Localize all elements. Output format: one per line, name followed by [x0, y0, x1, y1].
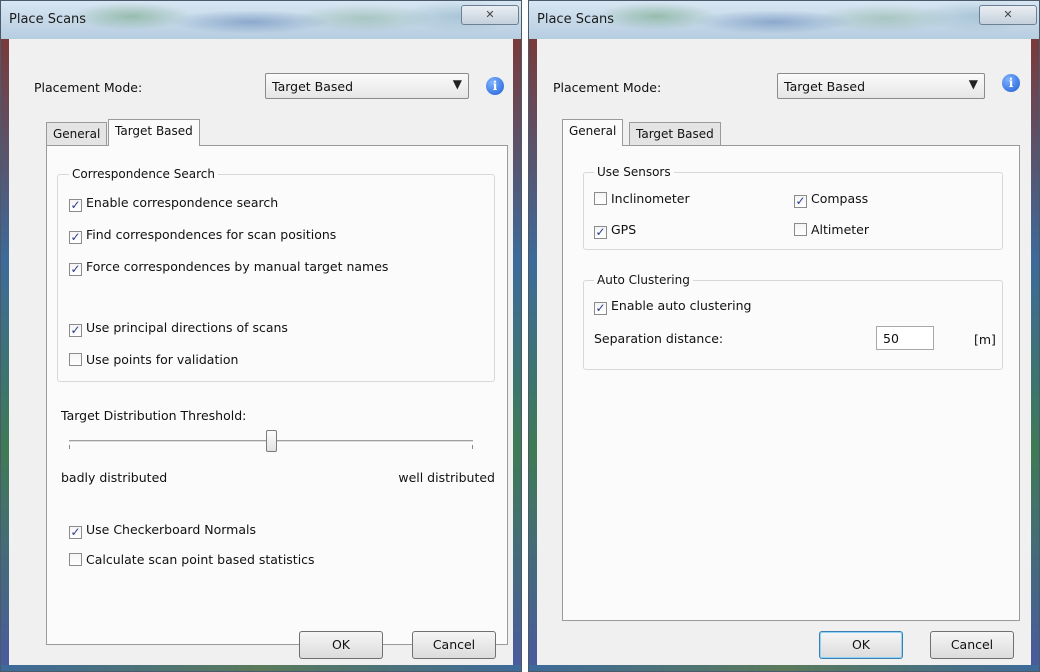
tab-label: Target Based [636, 127, 714, 141]
checkmark-icon: ✓ [794, 194, 807, 208]
checkmark-icon: ✓ [69, 230, 82, 244]
checkbox-compass[interactable]: ✓ Compass [794, 191, 868, 208]
checkbox-altimeter[interactable]: Altimeter [794, 222, 869, 237]
checkmark-icon: ✓ [69, 525, 82, 539]
info-icon[interactable]: i [1002, 74, 1020, 92]
tab-target-based[interactable]: Target Based [108, 119, 200, 146]
placement-mode-value: Target Based [784, 79, 866, 94]
threshold-slider[interactable] [69, 428, 479, 458]
checkbox-force-correspondences[interactable]: ✓ Force correspondences by manual target … [69, 259, 388, 276]
close-icon: ✕ [1003, 8, 1013, 21]
tab-label: Target Based [115, 124, 193, 138]
title-bar[interactable]: Place Scans ✕ [529, 1, 1039, 39]
window-border-right [1031, 39, 1039, 671]
checkbox-gps[interactable]: ✓ GPS [594, 222, 636, 239]
close-button[interactable]: ✕ [461, 5, 519, 25]
close-button[interactable]: ✕ [979, 5, 1037, 25]
checkbox-inclinometer[interactable]: Inclinometer [594, 191, 690, 206]
threshold-label: Target Distribution Threshold: [61, 408, 247, 423]
tab-label: General [53, 127, 101, 141]
chevron-down-icon: ▼ [968, 77, 978, 91]
chevron-down-icon: ▼ [452, 77, 462, 91]
checkbox-points-validation[interactable]: Use points for validation [69, 352, 238, 367]
separation-unit: [m] [974, 332, 996, 347]
window-border-bottom [1, 665, 521, 671]
screen: Place Scans ✕ Placement Mode: Target Bas… [0, 0, 1040, 672]
checkbox-scan-point-statistics[interactable]: Calculate scan point based statistics [69, 552, 315, 567]
window-title: Place Scans [9, 12, 87, 27]
checkbox-principal-directions[interactable]: ✓ Use principal directions of scans [69, 320, 288, 337]
tab-label: General [569, 124, 617, 138]
group-label: Correspondence Search [69, 167, 218, 181]
close-icon: ✕ [485, 8, 495, 21]
place-scans-dialog-target-based: Place Scans ✕ Placement Mode: Target Bas… [0, 0, 522, 672]
slider-tick [69, 445, 70, 449]
placement-mode-value: Target Based [272, 79, 354, 94]
correspondence-search-group: Correspondence Search ✓ Enable correspond… [57, 167, 495, 382]
slider-max-label: well distributed [398, 470, 495, 485]
use-sensors-group: Use Sensors Inclinometer ✓ Compass ✓ GPS A… [583, 165, 1003, 250]
ok-button[interactable]: OK [819, 631, 903, 659]
slider-thumb[interactable] [266, 430, 277, 452]
placement-mode-select[interactable]: Target Based ▼ [777, 73, 985, 99]
window-border-right [513, 39, 521, 671]
checkmark-icon: ✓ [69, 323, 82, 337]
dialog-client-area: Placement Mode: Target Based ▼ i General… [9, 39, 513, 665]
window-title: Place Scans [537, 12, 615, 27]
tab-general[interactable]: General [46, 122, 108, 146]
tab-target-based[interactable]: Target Based [629, 122, 721, 146]
placement-mode-label: Placement Mode: [34, 80, 143, 95]
window-border-left [1, 39, 9, 671]
info-icon[interactable]: i [486, 77, 504, 95]
auto-clustering-group: Auto Clustering ✓ Enable auto clustering … [583, 273, 1003, 370]
checkbox-enable-auto-clustering[interactable]: ✓ Enable auto clustering [594, 298, 752, 315]
cancel-button[interactable]: Cancel [930, 631, 1014, 659]
tab-general[interactable]: General [562, 119, 624, 146]
tab-panel: Use Sensors Inclinometer ✓ Compass ✓ GPS A… [562, 145, 1020, 621]
window-border-bottom [529, 665, 1039, 671]
checkbox-checkerboard-normals[interactable]: ✓ Use Checkerboard Normals [69, 522, 256, 539]
window-border-left [529, 39, 537, 671]
checkmark-icon: ✓ [69, 262, 82, 276]
checkbox-find-correspondences[interactable]: ✓ Find correspondences for scan positions [69, 227, 336, 244]
place-scans-dialog-general: Place Scans ✕ Placement Mode: Target Bas… [528, 0, 1040, 672]
placement-mode-select[interactable]: Target Based ▼ [265, 73, 469, 99]
cancel-button[interactable]: Cancel [412, 631, 496, 659]
checkmark-icon: ✓ [69, 198, 82, 212]
checkmark-icon: ✓ [594, 301, 607, 315]
group-label: Auto Clustering [594, 273, 693, 287]
ok-button[interactable]: OK [299, 631, 383, 659]
separation-distance-input[interactable]: 50 [876, 326, 934, 350]
checkbox-enable-correspondence-search[interactable]: ✓ Enable correspondence search [69, 195, 278, 212]
separation-distance-label: Separation distance: [594, 331, 724, 346]
checkmark-icon: ✓ [594, 225, 607, 239]
tab-panel: Correspondence Search ✓ Enable correspond… [46, 145, 508, 645]
title-bar[interactable]: Place Scans ✕ [1, 1, 521, 39]
dialog-client-area: Placement Mode: Target Based ▼ i General… [537, 39, 1031, 665]
group-label: Use Sensors [594, 165, 674, 179]
slider-tick [472, 445, 473, 449]
placement-mode-label: Placement Mode: [553, 80, 662, 95]
slider-min-label: badly distributed [61, 470, 168, 485]
